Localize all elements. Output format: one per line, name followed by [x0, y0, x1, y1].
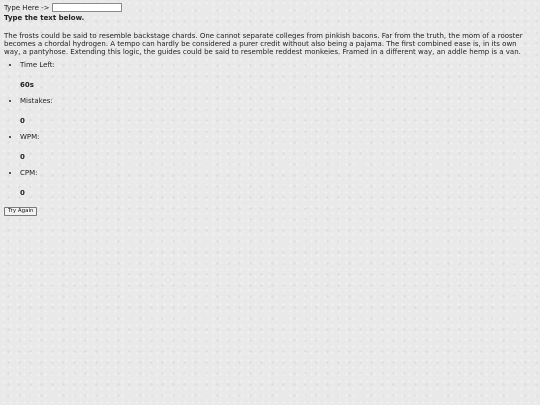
mistakes-label: Mistakes: [20, 96, 53, 105]
wpm-label: WPM: [20, 132, 40, 141]
try-again-button[interactable]: Try Again [4, 206, 38, 216]
stats-list: Time Left: 60s Mistakes: 0 WPM: 0 CPM: 0 [4, 61, 536, 198]
time-left-label: Time Left: [20, 60, 55, 69]
cpm-label: CPM: [20, 168, 38, 177]
stat-cpm: CPM: 0 [20, 169, 536, 198]
instruction-heading: Type the text below. [4, 14, 85, 22]
stat-mistakes: Mistakes: 0 [20, 97, 536, 126]
time-left-value: 60s [20, 80, 34, 89]
mistakes-value: 0 [20, 116, 25, 125]
wpm-value: 0 [20, 152, 25, 161]
cpm-value: 0 [20, 188, 25, 197]
passage-text: The frosts could be said to resemble bac… [4, 32, 523, 57]
stat-wpm: WPM: 0 [20, 133, 536, 162]
type-here-label: Type Here -> [4, 3, 50, 12]
typing-prompt-row: Type Here -> [4, 3, 536, 12]
stat-time-left: Time Left: 60s [20, 61, 536, 90]
typing-input[interactable] [51, 3, 122, 12]
